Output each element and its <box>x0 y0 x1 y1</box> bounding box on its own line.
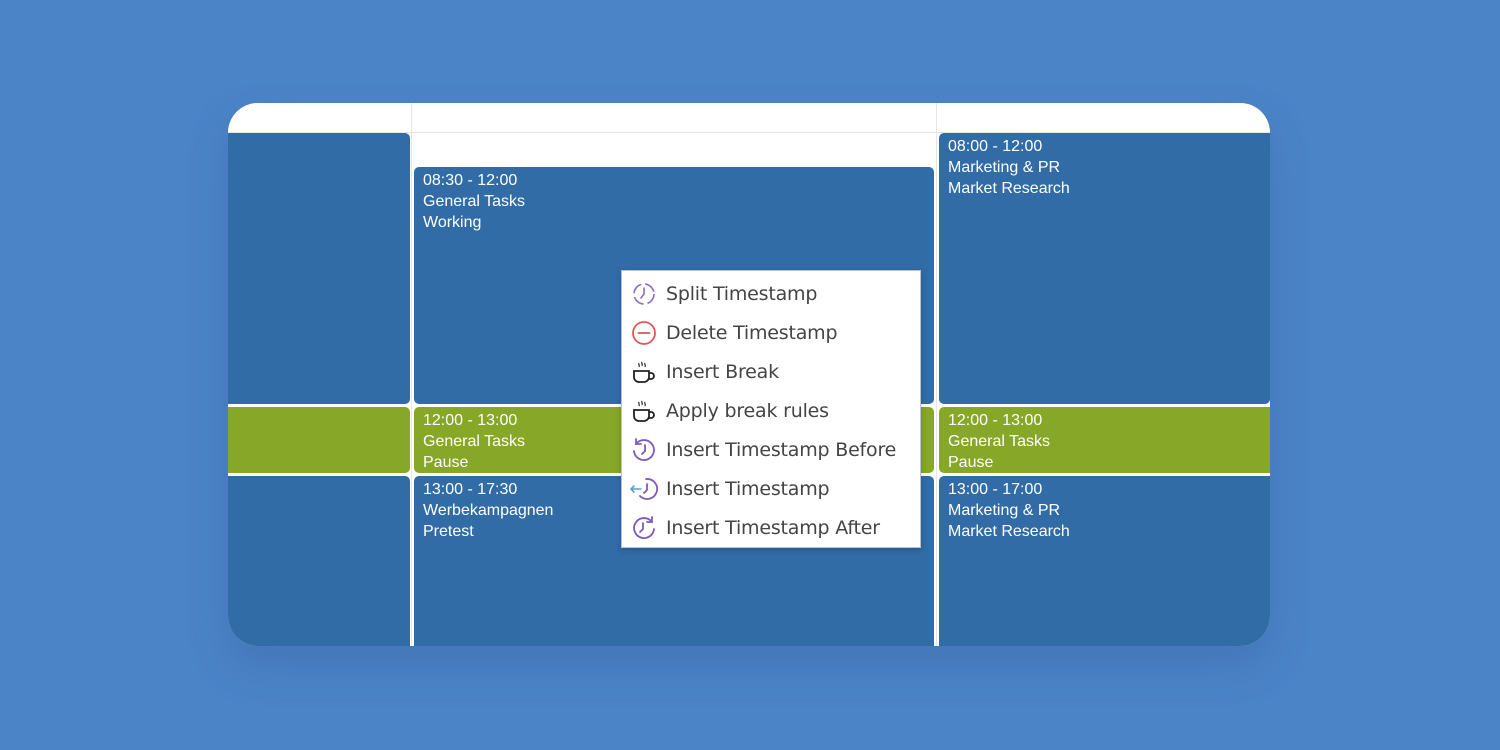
entry-time: 08:30 - 12:00 <box>423 172 518 189</box>
entry-project: General Tasks <box>948 433 1050 450</box>
calendar-entry-break[interactable] <box>228 407 410 473</box>
header-divider <box>936 103 937 132</box>
entry-time: 08:00 - 12:00 <box>948 138 1043 155</box>
entry-time: 12:00 - 13:00 <box>948 412 1043 429</box>
menu-item-label: Insert Timestamp Before <box>666 438 897 461</box>
entry-project: General Tasks <box>423 193 525 210</box>
menu-item-label: Split Timestamp <box>666 282 818 305</box>
menu-item-label: Insert Timestamp After <box>666 516 880 539</box>
entry-project: Marketing & PR <box>948 159 1061 176</box>
menu-item-label: Apply break rules <box>666 399 829 422</box>
entry-task: Market Research <box>948 523 1070 540</box>
entry-project: Marketing & PR <box>948 502 1061 519</box>
calendar-entry[interactable] <box>228 133 410 404</box>
calendar-entry[interactable]: 13:00 - 17:00 Marketing & PR Market Rese… <box>939 476 1270 646</box>
entry-task: Market Research <box>948 180 1070 197</box>
clock-forward-icon <box>630 514 658 542</box>
menu-item-apply-break-rules[interactable]: Apply break rules <box>622 391 920 430</box>
minus-circle-icon <box>630 319 658 347</box>
context-menu: Split Timestamp Delete Timestamp Insert … <box>621 270 921 548</box>
calendar-entry[interactable] <box>228 476 410 646</box>
menu-item-label: Insert Timestamp <box>666 477 830 500</box>
menu-item-label: Delete Timestamp <box>666 321 838 344</box>
clock-insert-icon <box>630 475 658 503</box>
menu-item-delete-timestamp[interactable]: Delete Timestamp <box>622 313 920 352</box>
menu-item-insert-timestamp[interactable]: Insert Timestamp <box>622 469 920 508</box>
header-divider <box>411 103 412 132</box>
menu-item-insert-break[interactable]: Insert Break <box>622 352 920 391</box>
entry-task: Pause <box>948 454 994 471</box>
split-clock-icon <box>630 280 658 308</box>
calendar-entry-break[interactable]: 12:00 - 13:00 General Tasks Pause <box>939 407 1270 473</box>
menu-item-insert-timestamp-after[interactable]: Insert Timestamp After <box>622 508 920 547</box>
menu-item-label: Insert Break <box>666 360 779 383</box>
coffee-cup-icon <box>630 358 658 386</box>
menu-item-insert-timestamp-before[interactable]: Insert Timestamp Before <box>622 430 920 469</box>
calendar-header-row <box>228 103 1270 133</box>
coffee-cup-icon <box>630 397 658 425</box>
column-divider <box>936 132 937 646</box>
entry-time: 13:00 - 17:00 <box>948 481 1043 498</box>
entry-task: Working <box>423 214 482 231</box>
clock-back-icon <box>630 436 658 464</box>
menu-item-split-timestamp[interactable]: Split Timestamp <box>622 274 920 313</box>
column-divider <box>411 132 412 646</box>
calendar-entry[interactable]: 08:00 - 12:00 Marketing & PR Market Rese… <box>939 133 1270 404</box>
